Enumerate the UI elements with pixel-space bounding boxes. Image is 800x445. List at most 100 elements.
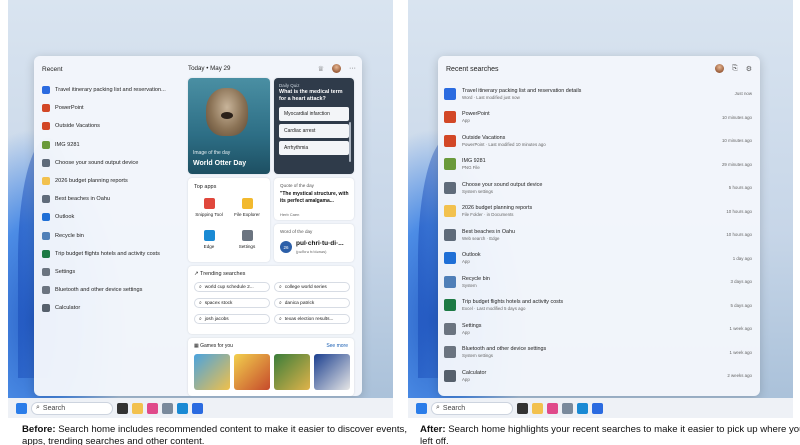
- games-title: ▦ Games for you: [194, 343, 233, 349]
- recent-item[interactable]: Calculator: [42, 299, 166, 317]
- word-of-the-day-card[interactable]: Word of the day 26 pul·chri·tu·di·... (p…: [274, 224, 354, 262]
- recent-search-item[interactable]: Travel itinerary packing list and reserv…: [444, 82, 752, 106]
- recent-item[interactable]: Choose your sound output device: [42, 154, 166, 172]
- app-file-explorer[interactable]: File Explorer: [230, 198, 264, 217]
- trending-pill[interactable]: ⌕ josh jacobs: [194, 314, 270, 324]
- copilot-icon[interactable]: [147, 402, 158, 414]
- recent-search-time: 1 week ago: [729, 326, 752, 332]
- windows-start-icon[interactable]: [416, 402, 427, 414]
- recent-search-item[interactable]: Bluetooth and other device settings Syste…: [444, 341, 752, 365]
- recent-item[interactable]: Best beaches in Oahu: [42, 190, 166, 208]
- search-home-panel: Recent Travel itinerary packing list and…: [34, 56, 362, 396]
- trending-pill[interactable]: ⌕ spacex stock: [194, 298, 270, 308]
- recent-item[interactable]: Bluetooth and other device settings: [42, 281, 166, 299]
- trending-pill[interactable]: ⌕ texas election results...: [274, 314, 350, 324]
- recent-item[interactable]: PowerPoint: [42, 99, 166, 117]
- quote-of-the-day-card[interactable]: Quote of the day "The mystical structure…: [274, 178, 354, 220]
- taskbar-search[interactable]: ⌕ Search: [31, 401, 113, 415]
- game-tile[interactable]: [194, 354, 230, 390]
- word-header: Word of the day: [280, 229, 313, 234]
- avatar[interactable]: [715, 64, 725, 73]
- trending-pill[interactable]: ⌕ danica patrick: [274, 298, 350, 308]
- avatar[interactable]: [332, 64, 341, 73]
- quote-author: Herb Caen: [280, 212, 300, 217]
- edge-icon[interactable]: [577, 402, 588, 414]
- search-icon: ⌕: [199, 317, 202, 322]
- recent-item[interactable]: Recycle bin: [42, 227, 166, 245]
- recent-search-item[interactable]: PowerPoint App 10 minutes ago: [444, 106, 752, 130]
- recent-search-subtitle: Word · Last modified just now: [462, 94, 520, 100]
- recent-item[interactable]: Trip budget flights hotels and activity …: [42, 245, 166, 263]
- file-explorer-icon: [241, 198, 253, 209]
- app-settings[interactable]: Settings: [230, 230, 264, 249]
- edge-icon[interactable]: [177, 402, 188, 414]
- trending-pill[interactable]: ⌕ college world series: [274, 282, 350, 292]
- store-icon[interactable]: [562, 402, 573, 414]
- powerpoint-icon: [42, 104, 50, 113]
- header-icons: ⎘ ⚙: [715, 64, 752, 73]
- app-icon[interactable]: [192, 402, 203, 414]
- trending-pill[interactable]: ⌕ world cup schedule 2...: [194, 282, 270, 292]
- recent-search-item[interactable]: Recycle bin System 3 days ago: [444, 270, 752, 294]
- outlook-icon: [42, 213, 50, 222]
- recent-search-item[interactable]: IMG 9281 PNG File 29 minutes ago: [444, 153, 752, 177]
- recent-search-text: 2026 budget planning reports File Folder …: [462, 205, 720, 217]
- windows-start-icon[interactable]: [16, 402, 27, 414]
- recent-item[interactable]: IMG 9281: [42, 136, 166, 154]
- recent-search-item[interactable]: Trip budget flights hotels and activity …: [444, 294, 752, 318]
- file-explorer-icon[interactable]: [532, 402, 543, 414]
- search-home-panel: Recent searches ⎘ ⚙ Travel itinerary pac…: [438, 56, 760, 396]
- recent-search-item[interactable]: 2026 budget planning reports File Folder …: [444, 200, 752, 224]
- task-view-icon[interactable]: [517, 402, 528, 414]
- before-screenshot: Recent Travel itinerary packing list and…: [8, 0, 393, 418]
- recent-item[interactable]: Settings: [42, 263, 166, 281]
- date-label: Today • May 29: [188, 65, 231, 72]
- recent-item-label: Travel itinerary packing list and reserv…: [55, 87, 166, 94]
- app-icon[interactable]: [592, 402, 603, 414]
- recent-item[interactable]: Outside Vacations: [42, 117, 166, 135]
- recent-search-subtitle: App: [462, 376, 470, 382]
- image-of-the-day-card[interactable]: Image of the day World Otter Day: [188, 78, 270, 174]
- share-icon[interactable]: ⎘: [732, 65, 738, 73]
- recent-search-title: Trip budget flights hotels and activity …: [462, 299, 564, 306]
- recent-search-item[interactable]: Outlook App 1 day ago: [444, 247, 752, 271]
- recent-search-subtitle: App: [462, 329, 470, 335]
- comparison-stage: Recent Travel itinerary packing list and…: [0, 0, 800, 445]
- app-snipping-tool[interactable]: Snipping Tool: [192, 198, 226, 217]
- recent-search-text: Choose your sound output device System se…: [462, 182, 723, 194]
- store-icon[interactable]: [162, 402, 173, 414]
- recent-search-text: Trip budget flights hotels and activity …: [462, 299, 725, 311]
- recent-search-time: 10 hours ago: [726, 208, 752, 214]
- recent-search-item[interactable]: Settings App 1 week ago: [444, 317, 752, 341]
- app-edge[interactable]: Edge: [192, 230, 226, 249]
- quiz-option[interactable]: Cardiac arrest: [279, 124, 349, 138]
- recent-searches-list: Travel itinerary packing list and reserv…: [444, 82, 752, 388]
- copilot-icon[interactable]: [547, 402, 558, 414]
- recent-item[interactable]: 2026 budget planning reports: [42, 172, 166, 190]
- outlook-icon: [444, 252, 456, 265]
- quiz-option[interactable]: Arrhythmia: [279, 141, 349, 155]
- trophy-icon[interactable]: ♕: [318, 65, 324, 73]
- recent-item[interactable]: Outlook: [42, 208, 166, 226]
- game-tile[interactable]: [234, 354, 270, 390]
- recent-search-item[interactable]: Outside Vacations PowerPoint · Last modif…: [444, 129, 752, 153]
- recent-search-item[interactable]: Choose your sound output device System se…: [444, 176, 752, 200]
- see-more-link[interactable]: See more: [326, 343, 348, 349]
- quiz-scrollbar[interactable]: [349, 122, 351, 162]
- trending-searches-card: ↗ Trending searches ⌕ world cup schedule …: [188, 266, 354, 334]
- recent-search-time: 5 hours ago: [728, 185, 752, 191]
- game-tile[interactable]: [274, 354, 310, 390]
- taskbar-search[interactable]: ⌕ Search: [431, 401, 513, 415]
- more-options-icon[interactable]: ···: [349, 65, 356, 72]
- gear-icon[interactable]: ⚙: [746, 65, 752, 73]
- task-view-icon[interactable]: [117, 402, 128, 414]
- quiz-option[interactable]: Myocardial infarction: [279, 107, 349, 121]
- recent-search-title: Best beaches in Oahu: [462, 228, 516, 235]
- recent-search-item[interactable]: Best beaches in Oahu Web search · Edge 10 …: [444, 223, 752, 247]
- recent-search-time: 10 minutes ago: [721, 138, 752, 144]
- gear-icon: [42, 267, 50, 276]
- game-tile[interactable]: [314, 354, 350, 390]
- recent-item[interactable]: Travel itinerary packing list and reserv…: [42, 81, 166, 99]
- file-explorer-icon[interactable]: [132, 402, 143, 414]
- recent-search-item[interactable]: Calculator App 2 weeks ago: [444, 364, 752, 388]
